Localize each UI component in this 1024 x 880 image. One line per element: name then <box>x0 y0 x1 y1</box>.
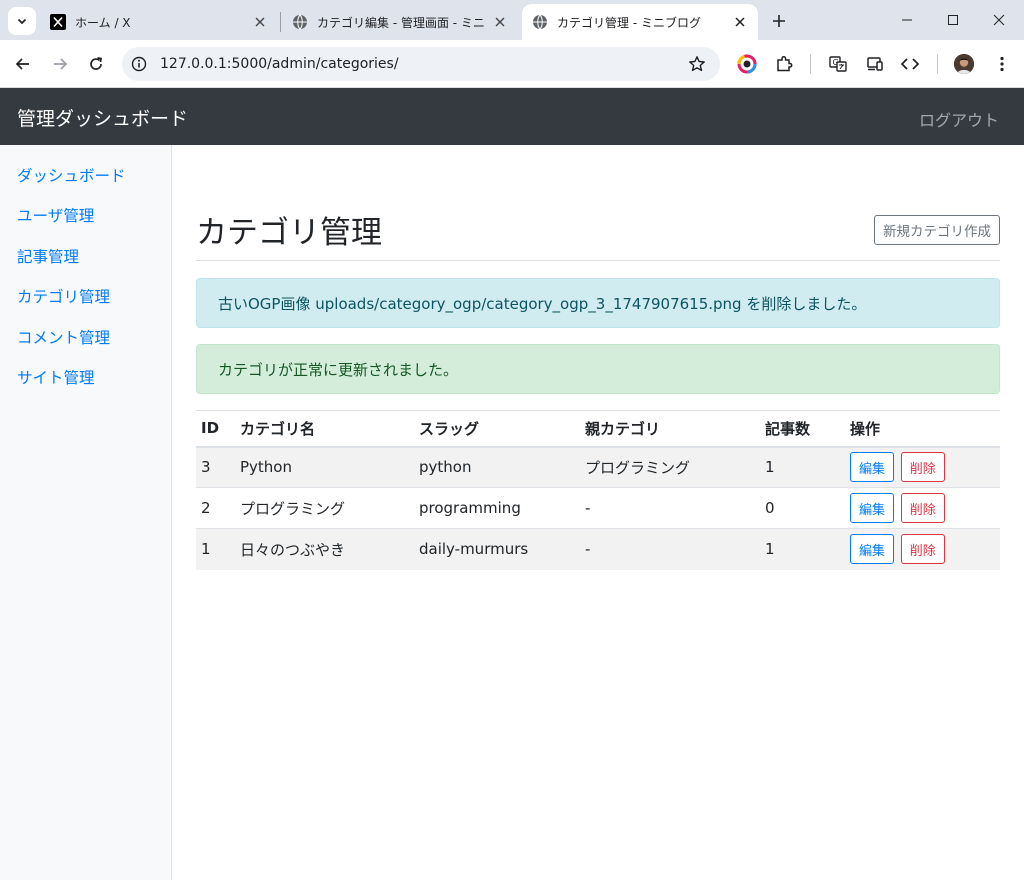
tab-divider <box>280 12 281 32</box>
window-close-button[interactable] <box>976 6 1022 34</box>
devtools-code-icon[interactable] <box>898 52 922 76</box>
cell-actions: 編集 削除 <box>845 446 1000 488</box>
site-info-icon[interactable] <box>131 56 147 72</box>
column-header-name: カテゴリ名 <box>235 410 414 448</box>
edit-button[interactable]: 編集 <box>850 493 895 523</box>
navbar-brand[interactable]: 管理ダッシュボード <box>17 104 188 131</box>
profile-avatar[interactable] <box>954 54 974 74</box>
cell-parent: プログラミング <box>580 446 760 488</box>
title-divider <box>196 260 1000 261</box>
cell-name: Python <box>235 446 414 488</box>
cell-id: 1 <box>196 528 235 570</box>
sidebar-item-site[interactable]: サイト管理 <box>17 366 95 388</box>
cell-count: 1 <box>760 446 845 488</box>
maximize-icon <box>948 15 958 25</box>
table-row: 3 Python python プログラミング 1 編集 削除 <box>196 446 1000 488</box>
sidebar-item-posts[interactable]: 記事管理 <box>17 245 79 267</box>
success-alert-message: カテゴリが正常に更新されました。 <box>218 360 459 379</box>
extensions-puzzle-icon[interactable] <box>772 52 796 76</box>
url-text[interactable]: 127.0.0.1:5000/admin/categories/ <box>160 56 399 72</box>
toolbar-divider <box>810 54 811 74</box>
plus-icon <box>773 15 785 27</box>
globe-icon <box>532 14 548 30</box>
close-icon[interactable] <box>252 14 268 30</box>
info-alert: 古いOGP画像 uploads/category_ogp/category_og… <box>196 278 1000 328</box>
cell-count: 0 <box>760 487 845 529</box>
cell-parent: - <box>580 487 760 529</box>
translate-icon[interactable]: G <box>826 52 850 76</box>
browser-toolbar: 127.0.0.1:5000/admin/categories/ G <box>0 40 1024 88</box>
new-tab-button[interactable] <box>766 8 792 34</box>
column-header-id: ID <box>196 410 235 448</box>
tab-title: カテゴリ編集 - 管理画面 - ミニブログ <box>317 15 486 30</box>
edit-button[interactable]: 編集 <box>850 534 895 565</box>
reload-icon <box>90 57 102 70</box>
new-category-button[interactable]: 新規カテゴリ作成 <box>874 215 1000 245</box>
sidebar-item-categories[interactable]: カテゴリ管理 <box>17 285 110 307</box>
table-row: 2 プログラミング programming - 0 編集 削除 <box>196 487 1000 529</box>
page-title: カテゴリ管理 <box>196 215 382 251</box>
cast-devices-icon[interactable] <box>863 52 887 76</box>
delete-button[interactable]: 削除 <box>900 452 945 483</box>
cell-actions: 編集 削除 <box>845 487 1000 529</box>
arrow-right-icon <box>54 58 68 70</box>
column-header-parent: 親カテゴリ <box>580 410 760 448</box>
minimize-icon <box>902 19 912 21</box>
maximize-button[interactable] <box>930 6 976 34</box>
globe-icon <box>292 14 308 30</box>
admin-sidebar: ダッシュボード ユーザ管理 記事管理 カテゴリ管理 コメント管理 サイト管理 <box>0 145 172 880</box>
delete-button[interactable]: 削除 <box>900 493 945 523</box>
column-header-slug: スラッグ <box>414 410 580 448</box>
delete-button[interactable]: 削除 <box>900 534 945 565</box>
categories-table: ID カテゴリ名 スラッグ 親カテゴリ 記事数 操作 3 Python pyth… <box>196 410 1000 570</box>
success-alert: カテゴリが正常に更新されました。 <box>196 344 1000 394</box>
sidebar-item-users[interactable]: ユーザ管理 <box>17 204 94 226</box>
sidebar-item-comments[interactable]: コメント管理 <box>17 326 110 348</box>
cell-count: 1 <box>760 528 845 570</box>
cell-slug: daily-murmurs <box>414 528 580 570</box>
cell-slug: python <box>414 446 580 488</box>
chevron-down-icon <box>17 18 27 25</box>
cell-id: 2 <box>196 487 235 529</box>
x-logo-icon <box>50 14 66 30</box>
browser-tab-category-manage[interactable]: カテゴリ管理 - ミニブログ <box>522 4 758 40</box>
cell-actions: 編集 削除 <box>845 528 1000 570</box>
bookmark-star-icon[interactable] <box>688 55 706 73</box>
close-icon[interactable] <box>492 14 508 30</box>
close-icon[interactable] <box>732 14 748 30</box>
forward-button[interactable] <box>46 50 74 78</box>
color-extension-icon[interactable] <box>735 52 759 76</box>
tab-search-button[interactable] <box>8 7 36 35</box>
browser-tab-bar: ホーム / X カテゴリ編集 - 管理画面 - ミニブログ カテゴリ管理 - ミ… <box>0 0 1024 40</box>
cell-id: 3 <box>196 446 235 488</box>
admin-navbar: 管理ダッシュボード ログアウト <box>0 88 1024 145</box>
arrow-left-icon <box>15 58 29 70</box>
info-alert-message: 古いOGP画像 uploads/category_ogp/category_og… <box>218 294 867 313</box>
chrome-menu-button[interactable] <box>990 52 1014 76</box>
browser-tab-x[interactable]: ホーム / X <box>40 4 278 40</box>
column-header-actions: 操作 <box>845 410 1000 448</box>
reload-button[interactable] <box>82 50 110 78</box>
more-vertical-icon <box>1000 56 1004 72</box>
cell-slug: programming <box>414 487 580 529</box>
address-bar[interactable]: 127.0.0.1:5000/admin/categories/ <box>122 47 720 81</box>
back-button[interactable] <box>9 50 37 78</box>
logout-link[interactable]: ログアウト <box>919 107 999 131</box>
table-header-row: ID カテゴリ名 スラッグ 親カテゴリ 記事数 操作 <box>196 410 1000 448</box>
table-row: 1 日々のつぶやき daily-murmurs - 1 編集 削除 <box>196 528 1000 570</box>
sidebar-item-dashboard[interactable]: ダッシュボード <box>17 164 126 186</box>
browser-tab-category-edit[interactable]: カテゴリ編集 - 管理画面 - ミニブログ <box>282 4 518 40</box>
edit-button[interactable]: 編集 <box>850 452 895 483</box>
tab-title: カテゴリ管理 - ミニブログ <box>557 15 701 30</box>
cell-name: プログラミング <box>235 487 414 529</box>
tab-title: ホーム / X <box>75 15 131 30</box>
toolbar-divider <box>937 54 938 74</box>
minimize-button[interactable] <box>884 6 930 34</box>
close-icon <box>993 14 1005 26</box>
cell-parent: - <box>580 528 760 570</box>
column-header-count: 記事数 <box>760 410 845 448</box>
cell-name: 日々のつぶやき <box>235 528 414 570</box>
